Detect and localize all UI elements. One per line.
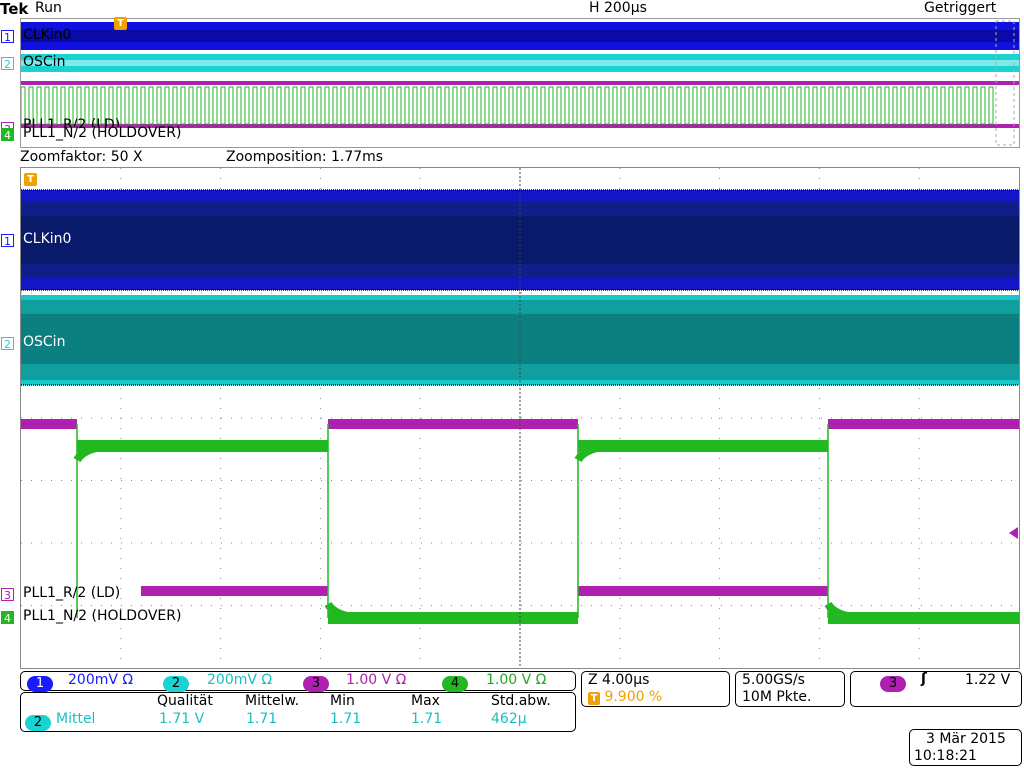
meas-header-max: Max (411, 693, 440, 709)
brand-logo: Tek (0, 0, 29, 18)
ch2-scale[interactable]: 2 (163, 672, 189, 692)
date: 3 Mär 2015 (926, 731, 1006, 747)
trigger-pos-icon: T (588, 692, 600, 705)
overview-ch2-label: OSCin (23, 54, 66, 70)
trigger-source: 3 (880, 672, 906, 692)
overview-ch4-marker[interactable]: 4 (1, 128, 14, 142)
overview-ch2-marker[interactable]: 2 (1, 57, 14, 71)
meas-header-mean: Mittelw. (245, 693, 300, 709)
time: 10:18:21 (914, 748, 977, 764)
overview-ch1-marker[interactable]: 1 (1, 30, 14, 44)
ch1-scale[interactable]: 1 (27, 672, 53, 692)
ch4-scale[interactable]: 4 (442, 672, 468, 692)
trigger-position: T 9.900 % (588, 689, 662, 705)
zoom-ch2-marker[interactable]: 2 (1, 337, 14, 351)
zoom-ch1-label: CLKin0 (23, 231, 72, 247)
meas-header-stddev: Std.abw. (491, 693, 551, 709)
zoom-waveform-panel[interactable] (20, 167, 1020, 669)
meas-ch2-pill: 2 (25, 715, 51, 731)
ch1-pill: 1 (27, 676, 53, 692)
overview-trigger-marker[interactable]: T (114, 17, 127, 39)
zoom-trigger-marker[interactable]: T (24, 173, 37, 186)
zoom-ch4-label: PLL1_N/2 (HOLDOVER) (23, 608, 182, 624)
ch1-scale-value: 200mV Ω (68, 672, 134, 688)
zoom-ch1-marker[interactable]: 1 (1, 234, 14, 248)
zoom-ch3-label: PLL1_R/2 (LD) (23, 585, 121, 601)
meas-value-stddev: 462µ (491, 711, 527, 727)
trigger-status: Getriggert (924, 0, 997, 16)
trigger-ch3-pill: 3 (880, 676, 906, 692)
meas-source-channel[interactable]: 2 (25, 711, 51, 731)
zoom-ch4-marker[interactable]: 4 (1, 611, 14, 625)
trigger-pos-value: 9.900 % (604, 689, 663, 705)
zoom-position: Zoomposition: 1.77ms (226, 149, 384, 165)
sample-rate: 5.00GS/s (742, 672, 805, 688)
acquisition-mode: Run (35, 0, 62, 16)
zoom-time-value: Z 4.00µs (588, 672, 650, 688)
record-length: 10M Pkte. (742, 689, 812, 705)
ch4-pill: 4 (442, 676, 468, 692)
ch4-scale-value: 1.00 V Ω (486, 672, 547, 688)
zoom-waveforms (21, 168, 1019, 668)
meas-value-quality: 1.71 V (159, 711, 205, 727)
overview-ch1-label: CLKin0 (23, 27, 72, 43)
ch3-pill: 3 (303, 676, 329, 692)
meas-header-min: Min (330, 693, 355, 709)
trigger-icon: T (114, 17, 127, 30)
ch3-scale-value: 1.00 V Ω (346, 672, 407, 688)
meas-header-quality: Qualität (157, 693, 213, 709)
trigger-level: 1.22 V (965, 672, 1011, 688)
ch2-pill: 2 (163, 676, 189, 692)
zoom-ch3-marker[interactable]: 3 (1, 588, 14, 602)
overview-ch3-ch4-traces (21, 81, 1019, 128)
ch3-scale[interactable]: 3 (303, 672, 329, 692)
horizontal-timebase: H 200µs (589, 0, 647, 16)
zoom-factor: Zoomfaktor: 50 X (20, 149, 143, 165)
trigger-slope-icon: ʃ (921, 671, 927, 687)
overview-ch4-label: PLL1_N/2 (HOLDOVER) (23, 125, 182, 141)
ch2-scale-value: 200mV Ω (207, 672, 273, 688)
meas-value-max: 1.71 (411, 711, 443, 727)
zoom-ch2-label: OSCin (23, 334, 66, 350)
meas-value-mean: 1.71 (246, 711, 278, 727)
meas-value-min: 1.71 (330, 711, 362, 727)
meas-name: Mittel (56, 711, 96, 727)
trigger-level-arrow[interactable] (1009, 527, 1018, 539)
